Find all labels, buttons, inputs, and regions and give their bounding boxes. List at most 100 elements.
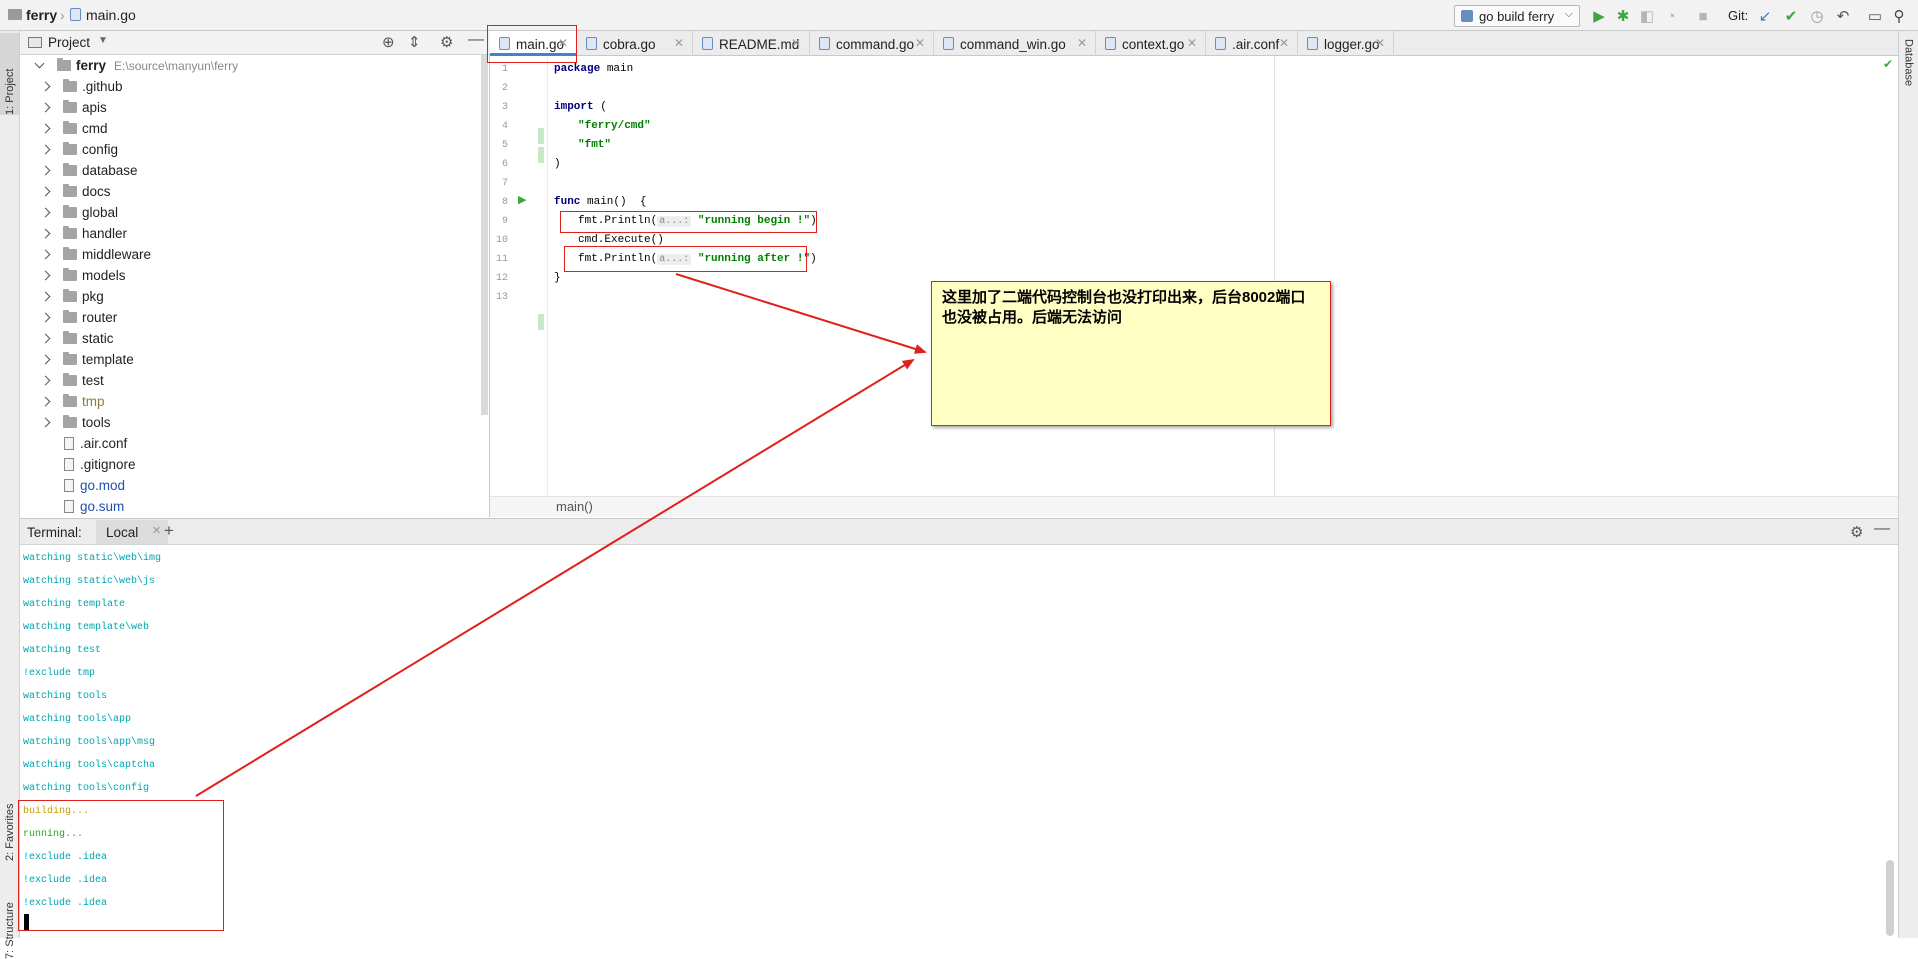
- run-gutter-icon[interactable]: ▶: [518, 193, 526, 206]
- tree-file[interactable]: .gitignore: [64, 454, 136, 475]
- chevron-right-icon[interactable]: [40, 417, 51, 428]
- run-icon[interactable]: ▶: [1590, 7, 1608, 25]
- collapse-all-icon[interactable]: ⇕: [408, 33, 421, 51]
- close-icon[interactable]: ✕: [791, 36, 801, 50]
- terminal-output[interactable]: watching static\web\img watching static\w…: [20, 545, 1898, 938]
- tree-file[interactable]: go.sum: [64, 496, 124, 517]
- editor-tab[interactable]: cobra.go ✕: [577, 31, 693, 56]
- close-icon[interactable]: ✕: [1375, 36, 1385, 50]
- project-panel-title[interactable]: Project: [48, 35, 90, 50]
- chevron-right-icon[interactable]: [40, 207, 51, 218]
- chevron-right-icon[interactable]: [40, 249, 51, 260]
- tree-folder-label: handler: [82, 226, 128, 241]
- tree-file[interactable]: go.mod: [64, 475, 125, 496]
- tree-folder[interactable]: template: [40, 349, 134, 370]
- tree-file-label: go.sum: [80, 499, 125, 514]
- layout-icon[interactable]: ▭: [1866, 7, 1884, 25]
- chevron-right-icon[interactable]: [40, 270, 51, 281]
- tree-folder[interactable]: tmp: [40, 391, 105, 412]
- folder-icon: [63, 331, 77, 344]
- tree-scrollbar[interactable]: [481, 55, 488, 415]
- git-history-icon[interactable]: ◷: [1808, 7, 1826, 25]
- editor-breadcrumb[interactable]: main(): [490, 496, 1898, 517]
- line-number: 6: [501, 159, 508, 170]
- tree-folder[interactable]: global: [40, 202, 118, 223]
- chevron-right-icon[interactable]: [40, 186, 51, 197]
- debug-icon[interactable]: ✱: [1614, 7, 1632, 25]
- run-configuration-select[interactable]: go build ferry ⌵: [1454, 5, 1580, 27]
- tree-folder[interactable]: cmd: [40, 118, 108, 139]
- gear-icon[interactable]: ⚙: [1850, 523, 1863, 541]
- project-tool-tab[interactable]: 1: Project: [0, 33, 19, 115]
- terminal-label: Terminal:: [27, 525, 82, 540]
- close-icon[interactable]: ✕: [674, 36, 684, 50]
- terminal-tab-local[interactable]: Local ✕: [96, 520, 168, 544]
- vcs-change-marker: [538, 147, 544, 163]
- chevron-right-icon[interactable]: [40, 291, 51, 302]
- breadcrumb-file[interactable]: main.go: [86, 7, 136, 23]
- terminal-scrollbar[interactable]: [1886, 860, 1894, 936]
- chevron-down-icon[interactable]: [34, 58, 45, 69]
- minimize-icon[interactable]: —: [468, 31, 484, 49]
- git-rollback-icon[interactable]: ↶: [1834, 7, 1852, 25]
- chevron-right-icon[interactable]: [40, 396, 51, 407]
- search-icon[interactable]: ⚲: [1890, 7, 1908, 25]
- chevron-right-icon[interactable]: [40, 81, 51, 92]
- editor-tab[interactable]: README.md ✕: [693, 31, 810, 56]
- add-terminal-icon[interactable]: +: [164, 521, 174, 541]
- tree-folder[interactable]: static: [40, 328, 114, 349]
- tree-folder[interactable]: apis: [40, 97, 107, 118]
- gear-icon[interactable]: ⚙: [440, 33, 453, 51]
- chevron-right-icon[interactable]: [40, 312, 51, 323]
- terminal-tab-label: Local: [106, 525, 139, 540]
- git-update-icon[interactable]: ↙: [1756, 7, 1774, 25]
- tree-folder[interactable]: router: [40, 307, 117, 328]
- editor-tab[interactable]: context.go ✕: [1096, 31, 1206, 56]
- locate-icon[interactable]: ⊕: [382, 33, 395, 51]
- chevron-right-icon[interactable]: [40, 123, 51, 134]
- line-number: 13: [495, 292, 508, 303]
- favorites-tool-tab[interactable]: 2: Favorites: [0, 761, 19, 861]
- chevron-right-icon[interactable]: [40, 375, 51, 386]
- chevron-right-icon[interactable]: [40, 333, 51, 344]
- tree-folder[interactable]: middleware: [40, 244, 151, 265]
- chevron-right-icon[interactable]: [40, 144, 51, 155]
- structure-tool-tab[interactable]: 7: Structure: [0, 869, 19, 959]
- tree-folder[interactable]: docs: [40, 181, 111, 202]
- project-panel-header: Project ▼ ⊕ ⇕ ⚙ —: [20, 31, 490, 55]
- tree-folder[interactable]: .github: [40, 76, 123, 97]
- close-icon[interactable]: ✕: [915, 36, 925, 50]
- close-icon[interactable]: ✕: [1279, 36, 1289, 50]
- editor-tab[interactable]: .air.conf ✕: [1206, 31, 1298, 56]
- close-icon[interactable]: ✕: [1187, 36, 1197, 50]
- tree-file[interactable]: .air.conf: [64, 433, 127, 454]
- close-icon[interactable]: ✕: [152, 524, 161, 537]
- chevron-right-icon[interactable]: [40, 354, 51, 365]
- stop-icon[interactable]: ■: [1694, 7, 1712, 25]
- database-tool-tab[interactable]: Database: [1899, 39, 1918, 119]
- editor-tab[interactable]: command.go ✕: [810, 31, 934, 56]
- tree-folder[interactable]: database: [40, 160, 138, 181]
- chevron-right-icon[interactable]: [40, 165, 51, 176]
- code-editor[interactable]: package main import ( "ferry/cmd" "fmt" …: [548, 56, 1898, 496]
- close-icon[interactable]: ✕: [1077, 36, 1087, 50]
- tree-folder[interactable]: pkg: [40, 286, 104, 307]
- breadcrumb-project[interactable]: ferry: [26, 7, 57, 23]
- vcs-change-marker: [538, 128, 544, 144]
- tree-folder[interactable]: config: [40, 139, 118, 160]
- tree-folder[interactable]: test: [40, 370, 104, 391]
- tree-folder[interactable]: models: [40, 265, 126, 286]
- minimize-icon[interactable]: —: [1874, 520, 1890, 538]
- git-commit-icon[interactable]: ✔: [1782, 7, 1800, 25]
- coverage-icon[interactable]: ◧: [1638, 7, 1656, 25]
- chevron-down-icon[interactable]: ▼: [98, 35, 108, 46]
- chevron-right-icon[interactable]: [40, 102, 51, 113]
- tree-folder[interactable]: handler: [40, 223, 128, 244]
- chevron-right-icon[interactable]: [40, 228, 51, 239]
- tree-folder[interactable]: tools: [40, 412, 111, 433]
- profile-icon[interactable]: ◔: [1662, 7, 1680, 25]
- folder-icon: [57, 58, 71, 71]
- editor-tab[interactable]: logger.go ✕: [1298, 31, 1394, 56]
- tree-root[interactable]: ferry E:\source\manyun\ferry: [34, 55, 238, 76]
- editor-tab[interactable]: command_win.go ✕: [934, 31, 1096, 56]
